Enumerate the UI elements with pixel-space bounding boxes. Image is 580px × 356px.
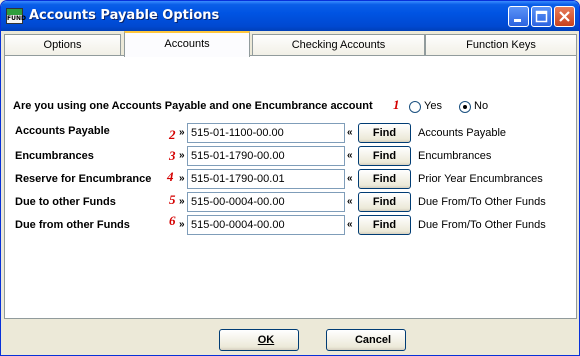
callout-marker-2: 2 (169, 127, 176, 142)
left-arrow: » (179, 150, 185, 161)
accounts-payable-label: Accounts Payable (15, 125, 110, 137)
callout-marker-1: 1 (393, 97, 400, 112)
radio-yes-label[interactable]: Yes (424, 100, 442, 112)
callout-marker-4: 4 (167, 169, 174, 184)
left-arrow: » (179, 219, 185, 230)
cancel-button-label: Cancel (354, 334, 392, 346)
find-accounts-payable-button[interactable]: Find (358, 123, 411, 143)
window-title: Accounts Payable Options (29, 8, 220, 23)
encumbrances-label: Encumbrances (15, 150, 94, 162)
accounts-payable-field[interactable]: 515-01-1100-00.00 (187, 123, 345, 143)
reserve-for-encumbrance-description: Prior Year Encumbrances (418, 173, 543, 185)
radio-selected-dot (463, 105, 467, 109)
radio-no-circle[interactable] (459, 101, 471, 113)
close-icon (559, 11, 570, 22)
find-due-from-other-funds-button[interactable]: Find (358, 215, 411, 235)
minimize-icon (514, 19, 521, 22)
find-encumbrances-button[interactable]: Find (358, 146, 411, 166)
tab-function-keys[interactable]: Function Keys (425, 34, 577, 56)
right-arrow: « (347, 150, 353, 161)
due-to-other-funds-field[interactable]: 515-00-0004-00.00 (187, 192, 345, 212)
left-arrow: » (179, 196, 185, 207)
reserve-for-encumbrance-field[interactable]: 515-01-1790-00.01 (187, 169, 345, 189)
app-icon-text: FUND (7, 15, 26, 22)
find-reserve-for-encumbrance-button[interactable]: Find (358, 169, 411, 189)
maximize-button[interactable] (531, 6, 552, 27)
tab-options[interactable]: Options (4, 34, 121, 56)
right-arrow: « (347, 219, 353, 230)
reserve-for-encumbrance-label: Reserve for Encumbrance (15, 173, 152, 185)
right-arrow: « (347, 173, 353, 184)
tab-strip: Options Accounts Checking Accounts Funct… (4, 31, 577, 57)
left-arrow: » (179, 127, 185, 138)
single-account-question: Are you using one Accounts Payable and o… (13, 100, 373, 112)
maximize-icon (535, 10, 548, 23)
right-arrow: « (347, 127, 353, 138)
accounts-payable-description: Accounts Payable (418, 127, 507, 139)
due-from-other-funds-label: Due from other Funds (15, 219, 130, 231)
due-to-other-funds-description: Due From/To Other Funds (418, 196, 546, 208)
callout-marker-3: 3 (169, 148, 176, 163)
tab-accounts[interactable]: Accounts (124, 31, 250, 57)
close-button[interactable] (554, 6, 575, 27)
radio-yes-circle[interactable] (409, 101, 421, 113)
radio-no-label[interactable]: No (474, 100, 488, 112)
tab-checking-accounts[interactable]: Checking Accounts (252, 34, 425, 56)
encumbrances-field[interactable]: 515-01-1790-00.00 (187, 146, 345, 166)
ok-button[interactable]: OK (219, 329, 299, 351)
due-to-other-funds-label: Due to other Funds (15, 196, 116, 208)
due-from-other-funds-field[interactable]: 515-00-0004-00.00 (187, 215, 345, 235)
fund-app-icon: FUND (6, 8, 26, 24)
callout-marker-6: 6 (169, 213, 176, 228)
due-from-other-funds-description: Due From/To Other Funds (418, 219, 546, 231)
title-bar[interactable]: FUND Accounts Payable Options (1, 1, 579, 31)
minimize-button[interactable] (508, 6, 529, 27)
right-arrow: « (347, 196, 353, 207)
find-due-to-other-funds-button[interactable]: Find (358, 192, 411, 212)
encumbrances-description: Encumbrances (418, 150, 492, 162)
callout-marker-5: 5 (169, 192, 176, 207)
ok-button-label: OK (257, 334, 275, 346)
left-arrow: » (179, 173, 185, 184)
cancel-button[interactable]: Cancel (326, 329, 406, 351)
accounts-payable-options-window: FUND Accounts Payable Options Options Ac… (0, 0, 580, 356)
